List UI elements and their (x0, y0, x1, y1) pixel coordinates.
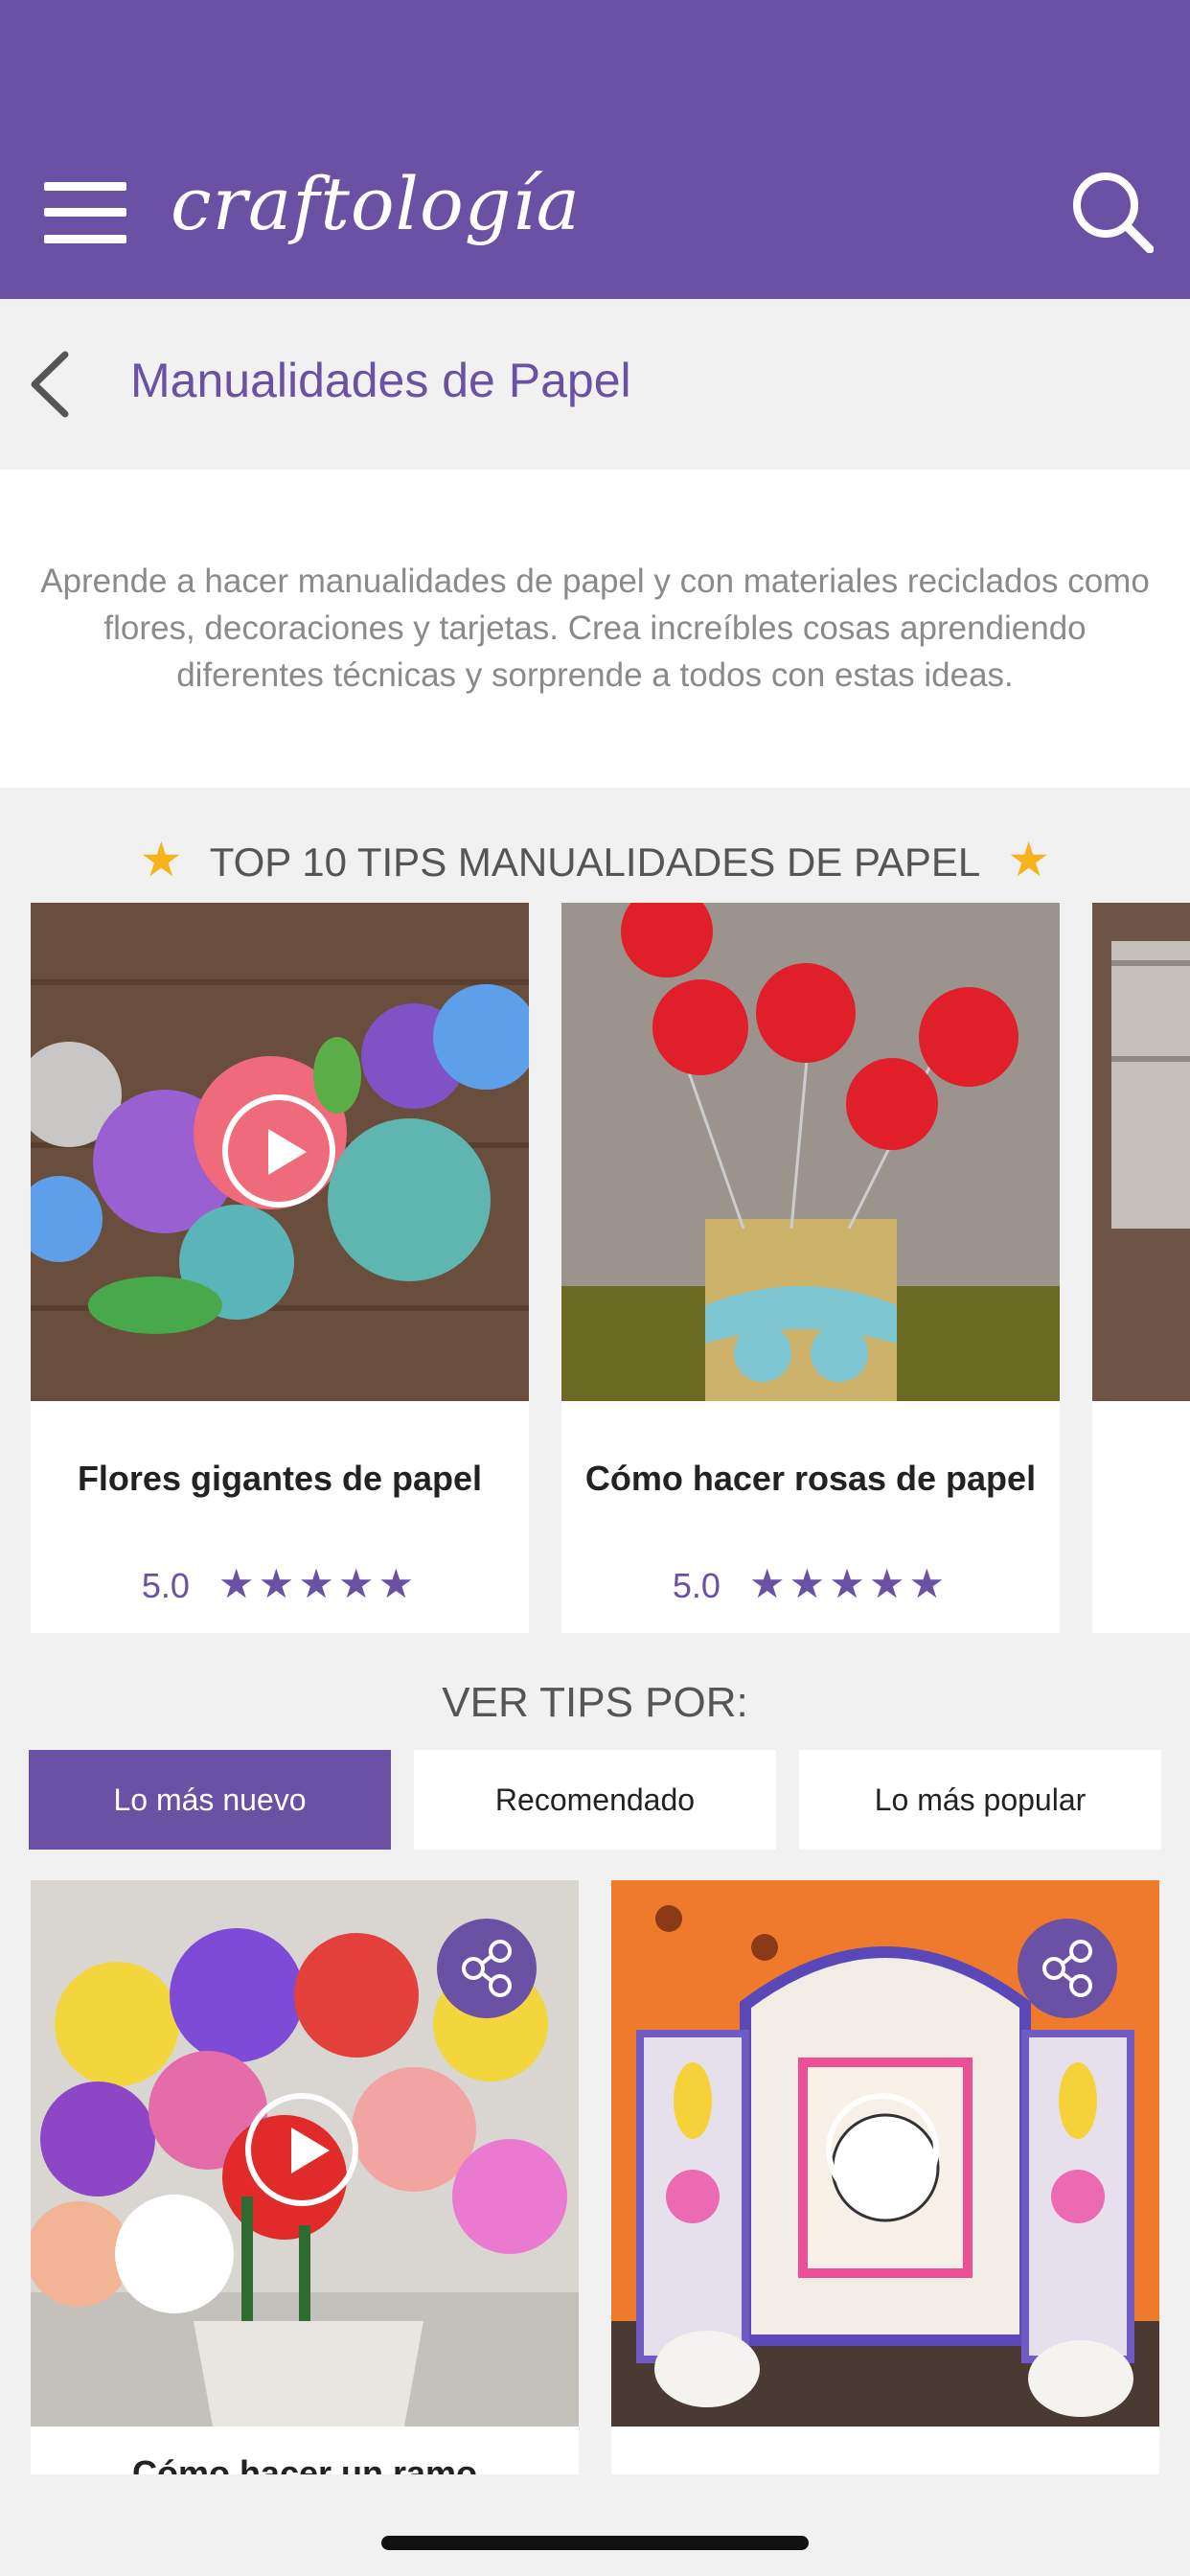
filter-newest-button[interactable]: Lo más nuevo (29, 1750, 391, 1850)
tip-title: Flores gigantes de papel (77, 1459, 483, 1498)
tip-rating: 5.0 ★★★★★ (561, 1560, 1060, 1607)
play-icon[interactable] (826, 2093, 939, 2206)
page-title: Manualidades de Papel (130, 354, 631, 407)
category-description: Aprende a hacer manualidades de papel y … (40, 563, 1150, 694)
rating-value: 5.0 (141, 1566, 190, 1605)
category-description-box: Aprende a hacer manualidades de papel y … (0, 470, 1190, 788)
rating-value: 5.0 (672, 1566, 721, 1605)
app-logo: craftología (171, 161, 581, 246)
rating-stars-icon: ★★★★★ (217, 1561, 419, 1606)
tip-thumbnail-image (1092, 903, 1190, 1401)
tip-card[interactable]: Flores gigantes de papel 5.0 ★★★★★ (31, 903, 529, 1633)
tip-card[interactable] (1092, 903, 1190, 1633)
top-tips-title: TOP 10 TIPS MANUALIDADES DE PAPEL (209, 840, 981, 885)
share-button[interactable] (437, 1919, 537, 2018)
category-title-bar: Manualidades de Papel (0, 299, 1190, 470)
home-indicator (381, 2536, 809, 2550)
tip-card[interactable]: Cómo hacer rosas de papel 5.0 ★★★★★ (561, 903, 1060, 1633)
rating-stars-icon: ★★★★★ (748, 1561, 950, 1606)
play-icon[interactable] (222, 1094, 335, 1208)
filter-recommended-button[interactable]: Recomendado (414, 1750, 776, 1850)
tip-grid-card[interactable] (611, 1880, 1159, 2474)
tip-title: Cómo hacer un ramo (131, 2453, 478, 2474)
tip-grid-card[interactable]: Cómo hacer un ramo (31, 1880, 579, 2474)
top-tips-heading: ★ TOP 10 TIPS MANUALIDADES DE PAPEL ★ (0, 832, 1190, 887)
tip-rating: 5.0 ★★★★★ (31, 1560, 529, 1607)
tip-title: Cómo hacer rosas de papel (584, 1459, 1037, 1498)
filter-popular-button[interactable]: Lo más popular (799, 1750, 1161, 1850)
hamburger-icon[interactable] (44, 182, 126, 243)
share-icon (1042, 1940, 1092, 1997)
search-icon[interactable] (1071, 171, 1154, 253)
share-icon (462, 1940, 512, 1997)
tip-thumbnail-image (561, 903, 1060, 1401)
chevron-left-icon[interactable] (27, 349, 75, 420)
star-icon: ★ (1007, 833, 1051, 886)
app-header: craftología (0, 0, 1190, 299)
share-button[interactable] (1018, 1919, 1117, 2018)
play-icon[interactable] (245, 2093, 358, 2206)
filter-heading: VER TIPS POR: (442, 1679, 748, 1726)
star-icon: ★ (139, 833, 183, 886)
